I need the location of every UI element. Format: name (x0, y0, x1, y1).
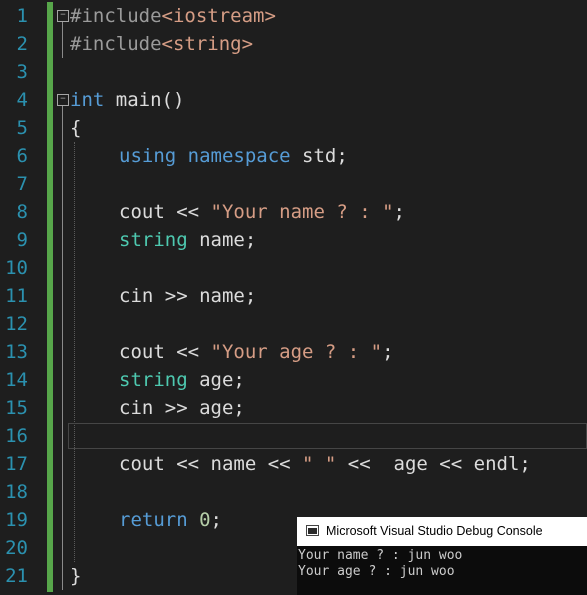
console-output-line: Your age ? : jun woo (298, 564, 455, 579)
code-line-21: } (70, 562, 81, 590)
keyword: return (119, 509, 188, 531)
change-tracking-bar (47, 2, 53, 592)
code-text: << age << endl; (336, 453, 531, 475)
line-number: 7 (16, 173, 28, 195)
string-literal: "Your age ? : " (210, 341, 383, 363)
code-text: ; (393, 201, 405, 223)
code-line-5: { (70, 114, 81, 142)
console-title-bar[interactable]: Microsoft Visual Studio Debug Console (297, 517, 587, 546)
code-area[interactable]: − − #include<iostream> #include<string> … (56, 0, 587, 595)
line-number: 18 (5, 481, 28, 503)
collapse-icon[interactable]: − (57, 94, 69, 106)
include-header: <iostream> (161, 5, 276, 27)
code-text: cout << (119, 341, 211, 363)
line-number: 19 (5, 509, 28, 531)
string-literal: " " (302, 453, 337, 475)
code-line-8: cout << "Your name ? : "; (119, 198, 405, 226)
line-number: 6 (16, 145, 28, 167)
line-number: 12 (5, 313, 28, 335)
line-number: 20 (5, 537, 28, 559)
line-number: 9 (16, 229, 28, 251)
code-line-19: return 0; (119, 506, 222, 534)
code-editor[interactable]: 1 2 3 4 5 6 7 8 9 10 11 12 13 14 15 16 1… (0, 0, 587, 595)
code-text: cin >> age; (119, 397, 245, 419)
indent-guide (74, 142, 75, 562)
line-number: 15 (5, 397, 28, 419)
line-number: 1 (16, 5, 28, 27)
keyword: int (70, 89, 105, 111)
code-text: cin >> name; (119, 285, 257, 307)
code-line-14: string age; (119, 366, 245, 394)
line-number: 4 (16, 89, 28, 111)
code-text: } (70, 565, 82, 587)
console-title: Microsoft Visual Studio Debug Console (326, 524, 543, 538)
code-line-13: cout << "Your age ? : "; (119, 338, 394, 366)
console-output-line: Your name ? : jun woo (298, 548, 463, 563)
line-number: 16 (5, 425, 28, 447)
debug-console-window[interactable]: Microsoft Visual Studio Debug Console Yo… (297, 517, 587, 595)
code-line-4: int main() (70, 86, 184, 114)
include-header: <string> (161, 33, 254, 55)
code-text: main() (104, 89, 185, 111)
line-number: 11 (5, 285, 28, 307)
line-number: 17 (5, 453, 28, 475)
line-number-gutter: 1 2 3 4 5 6 7 8 9 10 11 12 13 14 15 16 1… (0, 0, 40, 595)
code-line-1: #include<iostream> (70, 2, 276, 30)
line-number: 21 (5, 565, 28, 587)
code-line-2: #include<string> (70, 30, 253, 58)
line-number: 14 (5, 369, 28, 391)
code-line-11: cin >> name; (119, 282, 256, 310)
line-number: 8 (16, 201, 28, 223)
code-line-9: string name; (119, 226, 256, 254)
code-text: name; (187, 229, 257, 251)
code-text: { (70, 117, 82, 139)
type-name: string (119, 229, 188, 251)
keyword: using (119, 145, 177, 167)
code-text: std; (290, 145, 348, 167)
type-name: string (119, 369, 188, 391)
keyword: namespace (187, 145, 291, 167)
code-line-15: cin >> age; (119, 394, 245, 422)
code-line-17: cout << name << " " << age << endl; (119, 450, 531, 478)
line-number: 5 (16, 117, 28, 139)
line-number: 3 (16, 61, 28, 83)
preprocessor-directive: #include (70, 33, 162, 55)
line-number: 13 (5, 341, 28, 363)
console-output: Your name ? : jun woo Your age ? : jun w… (297, 548, 587, 580)
string-literal: "Your name ? : " (210, 201, 394, 223)
preprocessor-directive: #include (70, 5, 162, 27)
line-number: 2 (16, 33, 28, 55)
console-app-icon (306, 525, 319, 536)
code-text: ; (382, 341, 394, 363)
line-number: 10 (5, 257, 28, 279)
code-line-6: using namespace std; (119, 142, 348, 170)
collapse-icon[interactable]: − (57, 10, 69, 22)
code-text: cout << (119, 201, 211, 223)
fold-guide (62, 22, 63, 58)
code-text: ; (210, 509, 222, 531)
number-literal: 0 (199, 509, 211, 531)
fold-guide (62, 106, 63, 590)
current-line-highlight (68, 423, 587, 449)
code-text: age; (187, 369, 245, 391)
code-text: cout << name << (119, 453, 303, 475)
